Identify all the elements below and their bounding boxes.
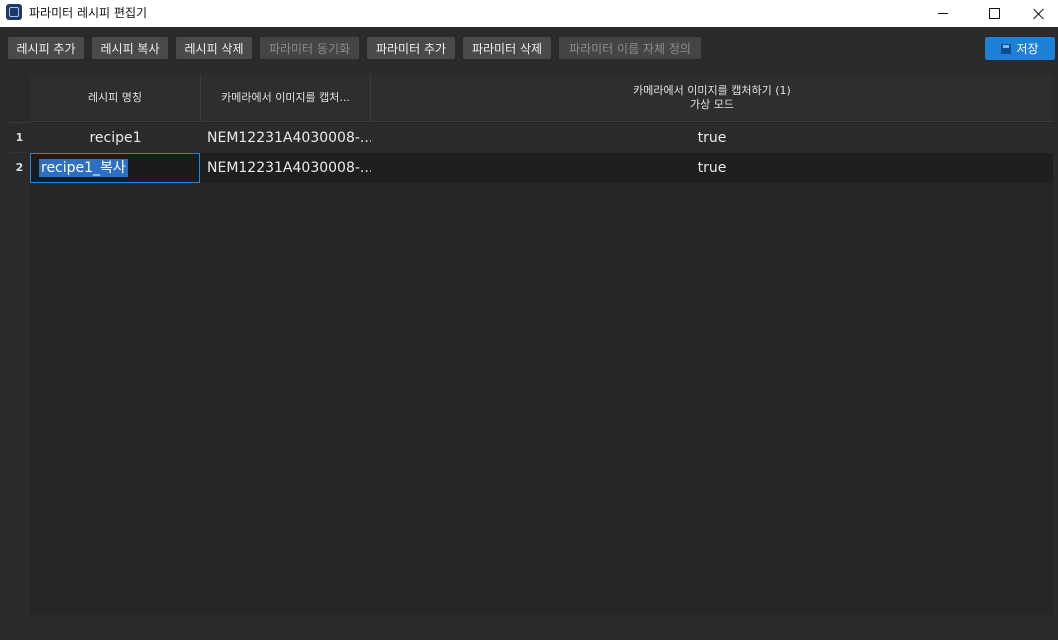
add-parameter-button[interactable]: 파라미터 추가 (367, 37, 455, 59)
add-recipe-button[interactable]: 레시피 추가 (8, 37, 84, 59)
row-header[interactable]: 1 (9, 123, 30, 153)
column-header-label: 카메라에서 이미지를 캡처하기 (1) (633, 84, 791, 97)
row-header-gutter (9, 182, 30, 615)
column-header-recipe-name[interactable]: 레시피 명칭 (30, 75, 201, 122)
app-icon (6, 4, 22, 20)
maximize-icon (988, 8, 1000, 19)
column-header-label: 카메라에서 이미지를 캡처... (221, 91, 350, 104)
virtual-mode-cell[interactable]: true (371, 153, 1053, 183)
close-icon (1033, 8, 1045, 20)
selected-text[interactable]: recipe1_복사 (39, 159, 128, 177)
save-icon (1001, 43, 1012, 54)
delete-recipe-button[interactable]: 레시피 삭제 (176, 37, 252, 59)
camera-value-cell[interactable]: NEM12231A4030008-... (201, 153, 371, 183)
column-header-virtual-mode[interactable]: 카메라에서 이미지를 캡처하기 (1) 가상 모드 (371, 75, 1053, 122)
recipe-grid: 레시피 명칭 카메라에서 이미지를 캡처... 카메라에서 이미지를 캡처하기 … (9, 75, 1053, 615)
title-bar: 파라미터 레시피 편집기 (0, 0, 1058, 27)
maximize-button[interactable] (971, 0, 1017, 27)
delete-parameter-button[interactable]: 파라미터 삭제 (463, 37, 551, 59)
window-title: 파라미터 레시피 편집기 (29, 6, 148, 20)
close-button[interactable] (1016, 0, 1058, 27)
sync-parameters-button[interactable]: 파라미터 동기화 (260, 37, 359, 59)
minimize-button[interactable] (920, 0, 966, 27)
toolbar: 레시피 추가 레시피 복사 레시피 삭제 파라미터 동기화 파라미터 추가 파라… (0, 27, 1058, 71)
column-header-sublabel: 가상 모드 (690, 98, 734, 111)
recipe-name-cell[interactable]: recipe1 (30, 123, 201, 153)
save-button-label: 저장 (1016, 42, 1039, 56)
column-header-camera-capture[interactable]: 카메라에서 이미지를 캡처... (201, 75, 371, 122)
recipe-name-edit-field[interactable]: recipe1_복사 (30, 153, 200, 183)
virtual-mode-cell[interactable]: true (371, 123, 1053, 153)
camera-value-cell[interactable]: NEM12231A4030008-... (201, 123, 371, 153)
save-button[interactable]: 저장 (985, 37, 1055, 60)
row-header[interactable]: 2 (9, 153, 30, 183)
copy-recipe-button[interactable]: 레시피 복사 (92, 37, 168, 59)
minimize-icon (938, 13, 948, 14)
custom-parameter-name-button[interactable]: 파라미터 이름 자체 정의 (559, 37, 701, 59)
column-header-label: 레시피 명칭 (87, 91, 143, 104)
grid-corner[interactable] (9, 75, 31, 123)
